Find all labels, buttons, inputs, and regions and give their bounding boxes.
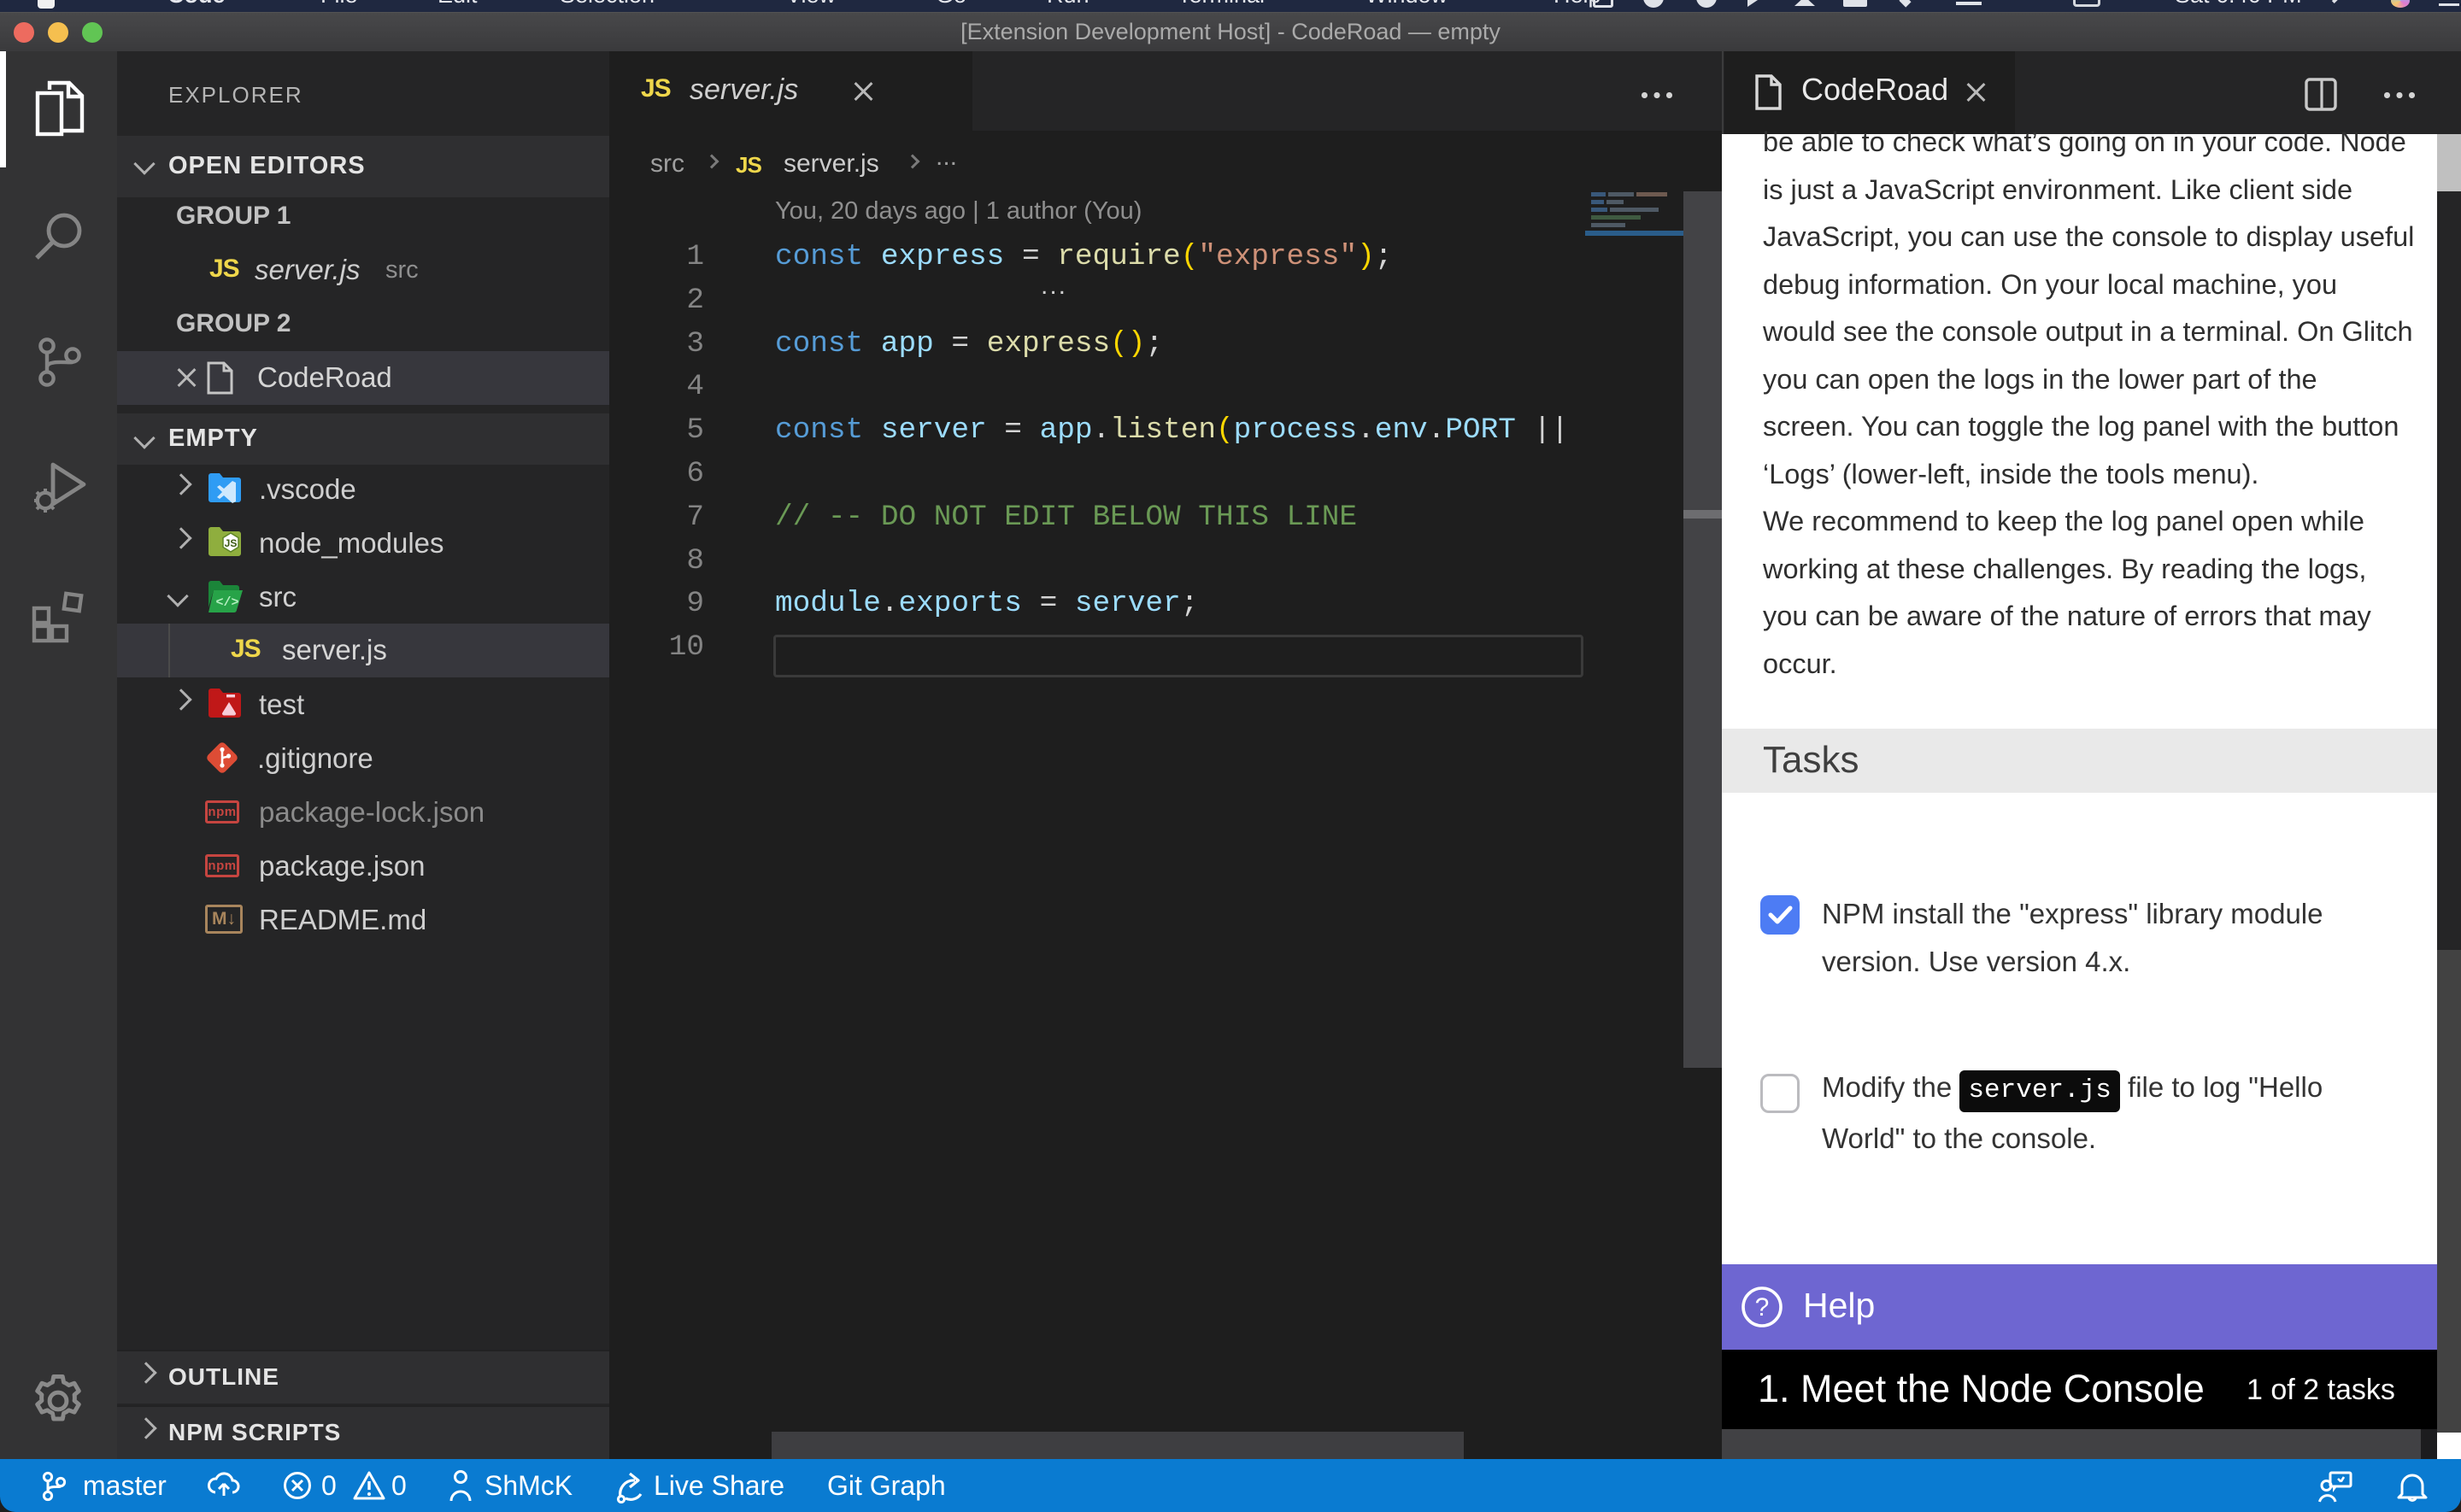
svg-text:?: ? xyxy=(1755,1293,1770,1322)
svg-text:</>: </> xyxy=(215,595,238,610)
svg-text:JS: JS xyxy=(225,537,238,549)
